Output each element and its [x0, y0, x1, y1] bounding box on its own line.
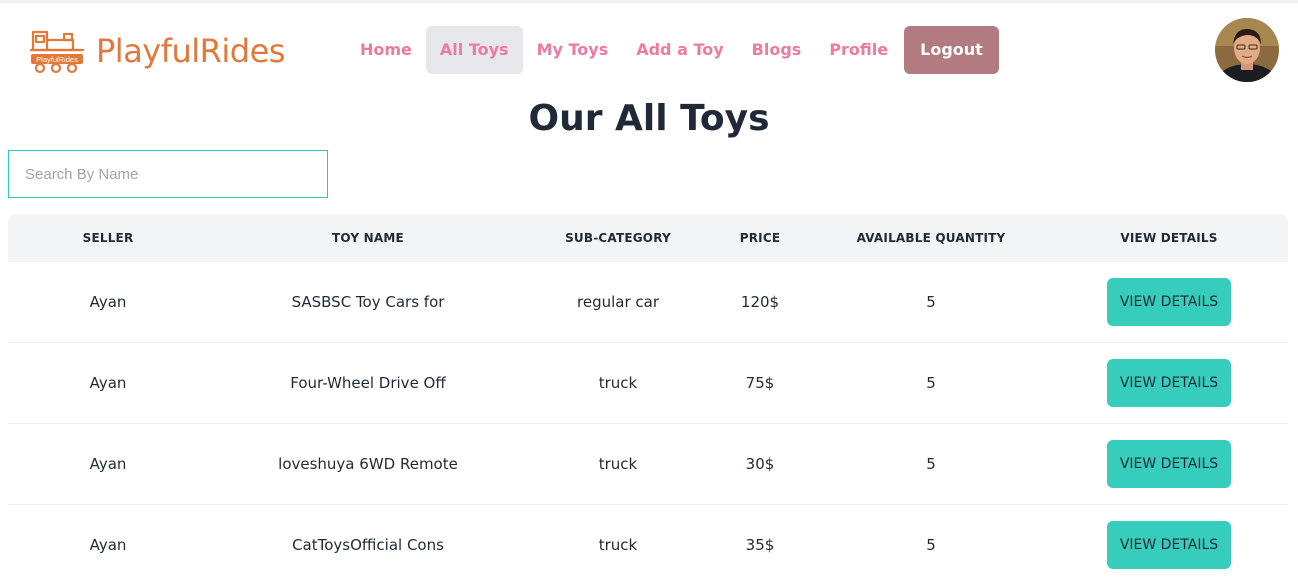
cell-toy-name: loveshuya 6WD Remote: [278, 455, 458, 473]
view-details-button[interactable]: VIEW DETAILS: [1107, 278, 1231, 326]
nav-add-a-toy[interactable]: Add a Toy: [622, 26, 737, 74]
cell-sub-category: truck: [598, 455, 638, 473]
view-details-button[interactable]: VIEW DETAILS: [1107, 359, 1231, 407]
cell-seller: Ayan: [89, 455, 127, 473]
header-price: PRICE: [739, 231, 781, 245]
cell-action: VIEW DETAILS: [1050, 278, 1288, 326]
view-details-button[interactable]: VIEW DETAILS: [1107, 440, 1231, 488]
cell-sub-category: truck: [598, 536, 638, 554]
table-header: SELLER TOY NAME SUB-CATEGORY PRICE AVAIL…: [8, 214, 1288, 262]
search-input[interactable]: [8, 150, 328, 198]
table-row: Ayan SASBSC Toy Cars for regular car 120…: [8, 262, 1288, 343]
header-available-quantity: AVAILABLE QUANTITY: [856, 231, 1006, 245]
svg-text:PlayfulRides: PlayfulRides: [36, 55, 78, 64]
cell-price: 120$: [740, 293, 780, 311]
cell-sub-category: truck: [598, 374, 638, 392]
nav-profile[interactable]: Profile: [815, 26, 902, 74]
cell-price: 75$: [745, 374, 775, 392]
header-toy-name: TOY NAME: [332, 231, 404, 245]
cell-action: VIEW DETAILS: [1050, 521, 1288, 569]
cell-toy-name: Four-Wheel Drive Off: [290, 374, 446, 392]
train-logo-icon: PlayfulRides: [29, 30, 85, 74]
header-seller: SELLER: [82, 231, 134, 245]
navbar: PlayfulRides PlayfulRides Home All Toys …: [0, 0, 1298, 100]
table-row: Ayan loveshuya 6WD Remote truck 30$ 5 VI…: [8, 424, 1288, 505]
cell-price: 30$: [745, 455, 775, 473]
cell-price: 35$: [745, 536, 775, 554]
cell-quantity: 5: [926, 374, 936, 392]
view-details-button[interactable]: VIEW DETAILS: [1107, 521, 1231, 569]
cell-action: VIEW DETAILS: [1050, 440, 1288, 488]
cell-seller: Ayan: [89, 536, 127, 554]
nav-my-toys[interactable]: My Toys: [523, 26, 623, 74]
main-nav: Home All Toys My Toys Add a Toy Blogs Pr…: [346, 26, 999, 74]
header-view-details: VIEW DETAILS: [1120, 231, 1218, 245]
cell-toy-name: CatToysOfficial Cons: [292, 536, 444, 554]
cell-quantity: 5: [926, 293, 936, 311]
brand[interactable]: PlayfulRides PlayfulRides: [28, 26, 285, 76]
cell-seller: Ayan: [89, 293, 127, 311]
cell-seller: Ayan: [89, 374, 127, 392]
logout-button[interactable]: Logout: [904, 26, 999, 74]
user-avatar[interactable]: [1215, 18, 1279, 82]
page-title: Our All Toys: [528, 98, 770, 139]
cell-toy-name: SASBSC Toy Cars for: [291, 293, 445, 311]
cell-action: VIEW DETAILS: [1050, 359, 1288, 407]
cell-sub-category: regular car: [577, 293, 659, 311]
nav-blogs[interactable]: Blogs: [738, 26, 816, 74]
nav-home[interactable]: Home: [346, 26, 426, 74]
brand-name[interactable]: PlayfulRides: [96, 32, 285, 70]
table-row: Ayan CatToysOfficial Cons truck 35$ 5 VI…: [8, 505, 1288, 579]
cell-quantity: 5: [926, 455, 936, 473]
nav-all-toys[interactable]: All Toys: [425, 26, 523, 74]
cell-quantity: 5: [926, 536, 936, 554]
table-row: Ayan Four-Wheel Drive Off truck 75$ 5 VI…: [8, 343, 1288, 424]
avatar-photo: [1215, 18, 1279, 82]
header-sub-category: SUB-CATEGORY: [565, 231, 671, 245]
toys-table: SELLER TOY NAME SUB-CATEGORY PRICE AVAIL…: [8, 214, 1288, 579]
